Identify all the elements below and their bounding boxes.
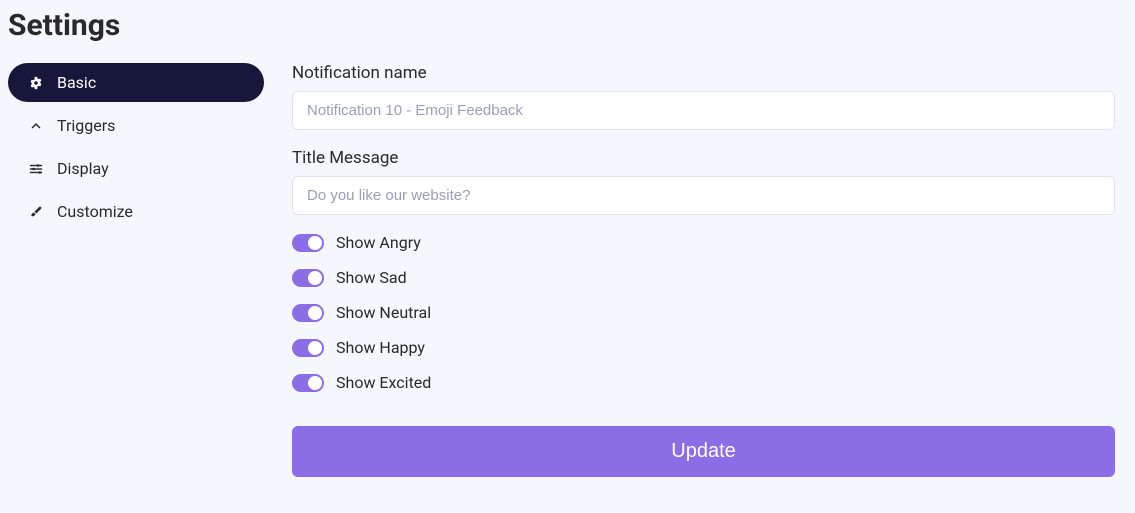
toggle-label: Show Sad [336, 268, 407, 287]
title-message-input[interactable] [292, 176, 1115, 215]
sliders-icon [28, 161, 44, 177]
sidebar-item-label: Triggers [57, 116, 115, 135]
sidebar-item-label: Basic [57, 73, 96, 92]
gear-icon [28, 75, 44, 91]
toggle-label: Show Happy [336, 338, 425, 357]
sidebar-item-display[interactable]: Display [8, 149, 264, 188]
toggle-show-sad: Show Sad [292, 268, 1115, 287]
toggle-switch[interactable] [292, 304, 324, 322]
toggle-switch[interactable] [292, 234, 324, 252]
notification-name-group: Notification name [292, 63, 1115, 130]
update-button[interactable]: Update [292, 426, 1115, 477]
sidebar-item-label: Display [57, 159, 109, 178]
toggle-label: Show Neutral [336, 303, 431, 322]
page-title: Settings [8, 8, 1127, 43]
toggle-label: Show Angry [336, 233, 421, 252]
sidebar-item-customize[interactable]: Customize [8, 192, 264, 231]
chevron-up-icon [28, 118, 44, 134]
main-content: Notification name Title Message Show Ang… [292, 63, 1127, 477]
sidebar-item-basic[interactable]: Basic [8, 63, 264, 102]
sidebar-item-label: Customize [57, 202, 133, 221]
notification-name-input[interactable] [292, 91, 1115, 130]
toggle-show-angry: Show Angry [292, 233, 1115, 252]
toggle-show-excited: Show Excited [292, 373, 1115, 392]
title-message-label: Title Message [292, 148, 1115, 168]
toggle-show-neutral: Show Neutral [292, 303, 1115, 322]
toggle-switch[interactable] [292, 339, 324, 357]
sidebar-item-triggers[interactable]: Triggers [8, 106, 264, 145]
toggle-switch[interactable] [292, 374, 324, 392]
title-message-group: Title Message [292, 148, 1115, 215]
toggle-switch[interactable] [292, 269, 324, 287]
toggle-show-happy: Show Happy [292, 338, 1115, 357]
notification-name-label: Notification name [292, 63, 1115, 83]
toggle-label: Show Excited [336, 373, 431, 392]
sidebar: Basic Triggers Display Customize [8, 63, 264, 477]
brush-icon [28, 204, 44, 220]
